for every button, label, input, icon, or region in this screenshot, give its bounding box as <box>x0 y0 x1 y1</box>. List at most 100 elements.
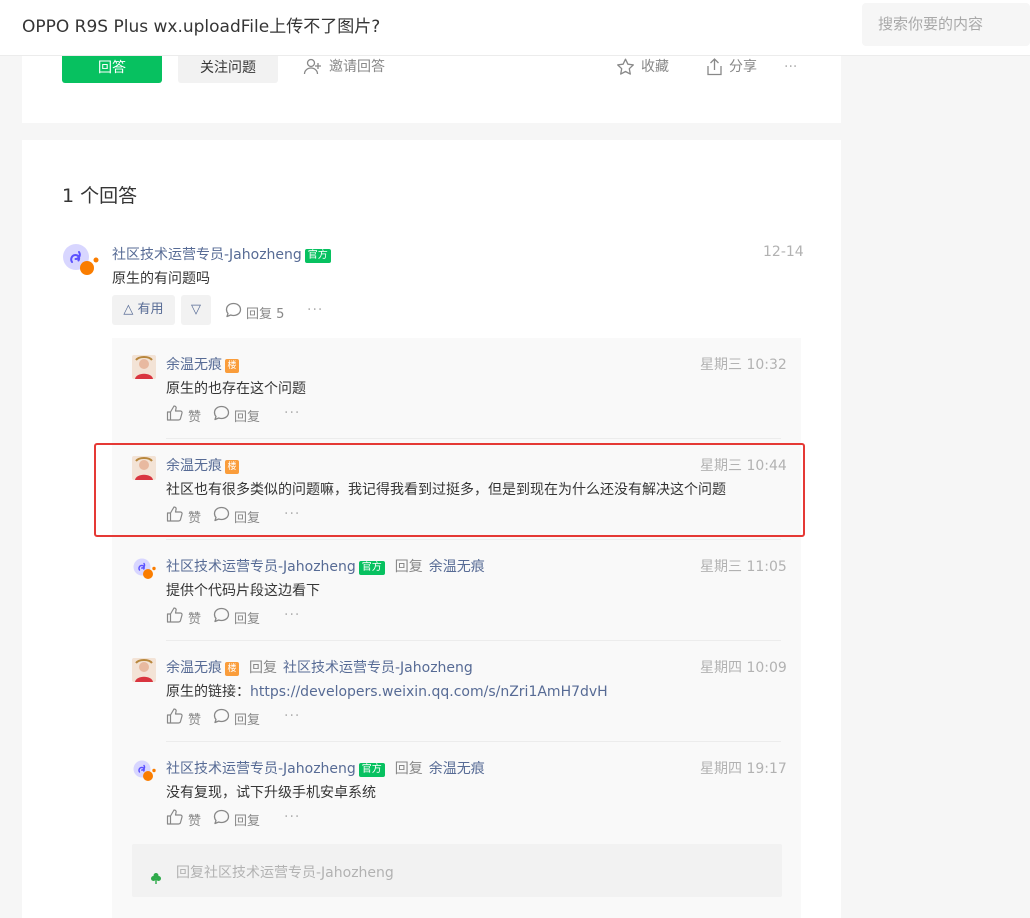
useful-button[interactable]: △ 有用 <box>112 295 175 325</box>
reply-content: 提供个代码片段这边看下 <box>166 583 320 599</box>
reply-label: 回复 <box>234 712 261 728</box>
reply-input-box[interactable]: 回复社区技术运营专员-Jahozheng <box>132 844 782 897</box>
reply-time: 星期三 10:32 <box>700 357 787 373</box>
like-label: 赞 <box>188 712 202 728</box>
comment-icon <box>213 708 230 728</box>
floor-badge: 楼 <box>225 662 239 676</box>
reply-content-link[interactable]: https://developers.weixin.qq.com/s/nZri1… <box>250 684 608 700</box>
reply-more-button[interactable]: ··· <box>284 809 300 825</box>
floor-badge: 楼 <box>225 359 239 373</box>
reply-label: 回复 <box>234 813 261 829</box>
reply-more-button[interactable]: ··· <box>284 506 300 522</box>
like-button[interactable]: 赞 <box>166 607 201 627</box>
reply-divider <box>166 438 781 439</box>
reply-button[interactable]: 回复 <box>213 506 260 526</box>
collect-button[interactable]: 收藏 <box>616 56 669 78</box>
answer-reply-button[interactable]: 回复 5 <box>225 302 284 322</box>
answer-count: 1 个回答 <box>62 185 138 207</box>
not-useful-button[interactable]: ▽ <box>181 295 211 325</box>
thumbs-up-icon <box>166 506 184 526</box>
answer-author-line: 社区技术运营专员-Jahozheng 官方 <box>112 244 331 264</box>
answer-time: 12-14 <box>763 244 804 260</box>
reply-author[interactable]: 余温无痕 <box>166 660 222 676</box>
reply-input-placeholder: 回复社区技术运营专员-Jahozheng <box>176 865 394 881</box>
reply-to-user[interactable]: 社区技术运营专员-Jahozheng <box>283 660 473 676</box>
reply-content: 社区也有很多类似的问题嘛，我记得我看到过挺多，但是到现在为什么还没有解决这个问题 <box>166 482 726 498</box>
reply-divider <box>166 741 781 742</box>
reply-to-label: 回复 <box>249 660 277 676</box>
like-label: 赞 <box>188 510 202 526</box>
reply-to-label: 回复 <box>394 761 423 777</box>
like-label: 赞 <box>188 813 202 829</box>
top-bar: OPPO R9S Plus wx.uploadFile上传不了图片? <box>0 0 1030 56</box>
more-options-button[interactable]: ··· <box>784 56 797 78</box>
reply-more-button[interactable]: ··· <box>284 607 300 623</box>
thumbs-up-icon <box>166 708 184 728</box>
invite-answer-label: 邀请回答 <box>329 59 385 75</box>
official-avatar[interactable] <box>132 557 156 581</box>
reply-label: 回复 <box>234 510 261 526</box>
reply-label: 回复 <box>234 611 261 627</box>
reply-button[interactable]: 回复 <box>213 607 260 627</box>
reply-button[interactable]: 回复 <box>213 708 260 728</box>
reply-time: 星期四 19:17 <box>700 761 787 777</box>
follow-question-button[interactable]: 关注问题 <box>178 56 278 83</box>
answer-more-button[interactable]: ··· <box>307 302 323 318</box>
search-input[interactable] <box>878 15 1028 33</box>
comment-icon <box>213 607 230 627</box>
invite-user-icon <box>303 58 323 76</box>
reply-to-user[interactable]: 余温无痕 <box>429 761 485 777</box>
reply-author[interactable]: 余温无痕 <box>166 458 222 474</box>
search-box[interactable] <box>862 3 1030 46</box>
reply-label: 回复 <box>234 409 261 425</box>
official-avatar[interactable] <box>62 242 102 282</box>
comment-icon <box>213 405 230 425</box>
answer-reply-label: 回复 5 <box>246 306 285 322</box>
reply-time: 星期三 11:05 <box>700 559 787 575</box>
share-button[interactable]: 分享 <box>706 56 757 78</box>
like-button[interactable]: 赞 <box>166 506 201 526</box>
answer-button[interactable]: 回答 <box>62 56 162 83</box>
reply-more-button[interactable]: ··· <box>284 708 300 724</box>
reply-more-button[interactable]: ··· <box>284 405 300 421</box>
thumbs-up-icon <box>166 405 184 425</box>
reply-author[interactable]: 社区技术运营专员-Jahozheng <box>166 559 356 575</box>
reply-author-line: 余温无痕楼回复 社区技术运营专员-Jahozheng <box>166 657 473 677</box>
reply-time: 星期三 10:44 <box>700 458 787 474</box>
reply-to-user[interactable]: 余温无痕 <box>429 559 485 575</box>
user-avatar[interactable] <box>132 658 156 682</box>
reply-divider <box>166 539 781 540</box>
reply-time: 星期四 10:09 <box>700 660 787 676</box>
reply-button[interactable]: 回复 <box>213 405 260 425</box>
invite-answer-button[interactable]: 邀请回答 <box>303 56 385 78</box>
floor-badge: 楼 <box>225 460 239 474</box>
answer-author[interactable]: 社区技术运营专员-Jahozheng <box>112 247 302 263</box>
official-badge: 官方 <box>358 561 385 575</box>
comment-icon <box>213 506 230 526</box>
like-label: 赞 <box>188 409 202 425</box>
like-button[interactable]: 赞 <box>166 809 201 829</box>
user-avatar[interactable] <box>132 355 156 379</box>
official-badge: 官方 <box>304 249 331 263</box>
answer-content: 原生的有问题吗 <box>112 271 210 287</box>
clover-icon <box>150 869 162 888</box>
official-badge: 官方 <box>358 763 385 777</box>
thumbs-up-icon <box>166 809 184 829</box>
comment-icon <box>225 302 242 322</box>
official-avatar[interactable] <box>132 759 156 783</box>
reply-author[interactable]: 社区技术运营专员-Jahozheng <box>166 761 356 777</box>
thumbs-up-icon <box>166 607 184 627</box>
reply-button[interactable]: 回复 <box>213 809 260 829</box>
user-avatar[interactable] <box>132 456 156 480</box>
collect-label: 收藏 <box>641 59 669 75</box>
like-label: 赞 <box>188 611 202 627</box>
reply-author[interactable]: 余温无痕 <box>166 357 222 373</box>
star-icon <box>616 58 635 76</box>
reply-content-text: 原生的链接： <box>166 684 250 700</box>
reply-content: 原生的也存在这个问题 <box>166 381 306 397</box>
reply-author-line: 社区技术运营专员-Jahozheng 官方 回复 余温无痕 <box>166 556 485 576</box>
like-button[interactable]: 赞 <box>166 708 201 728</box>
reply-content: 原生的链接：https://developers.weixin.qq.com/s… <box>166 681 608 701</box>
like-button[interactable]: 赞 <box>166 405 201 425</box>
comment-icon <box>213 809 230 829</box>
